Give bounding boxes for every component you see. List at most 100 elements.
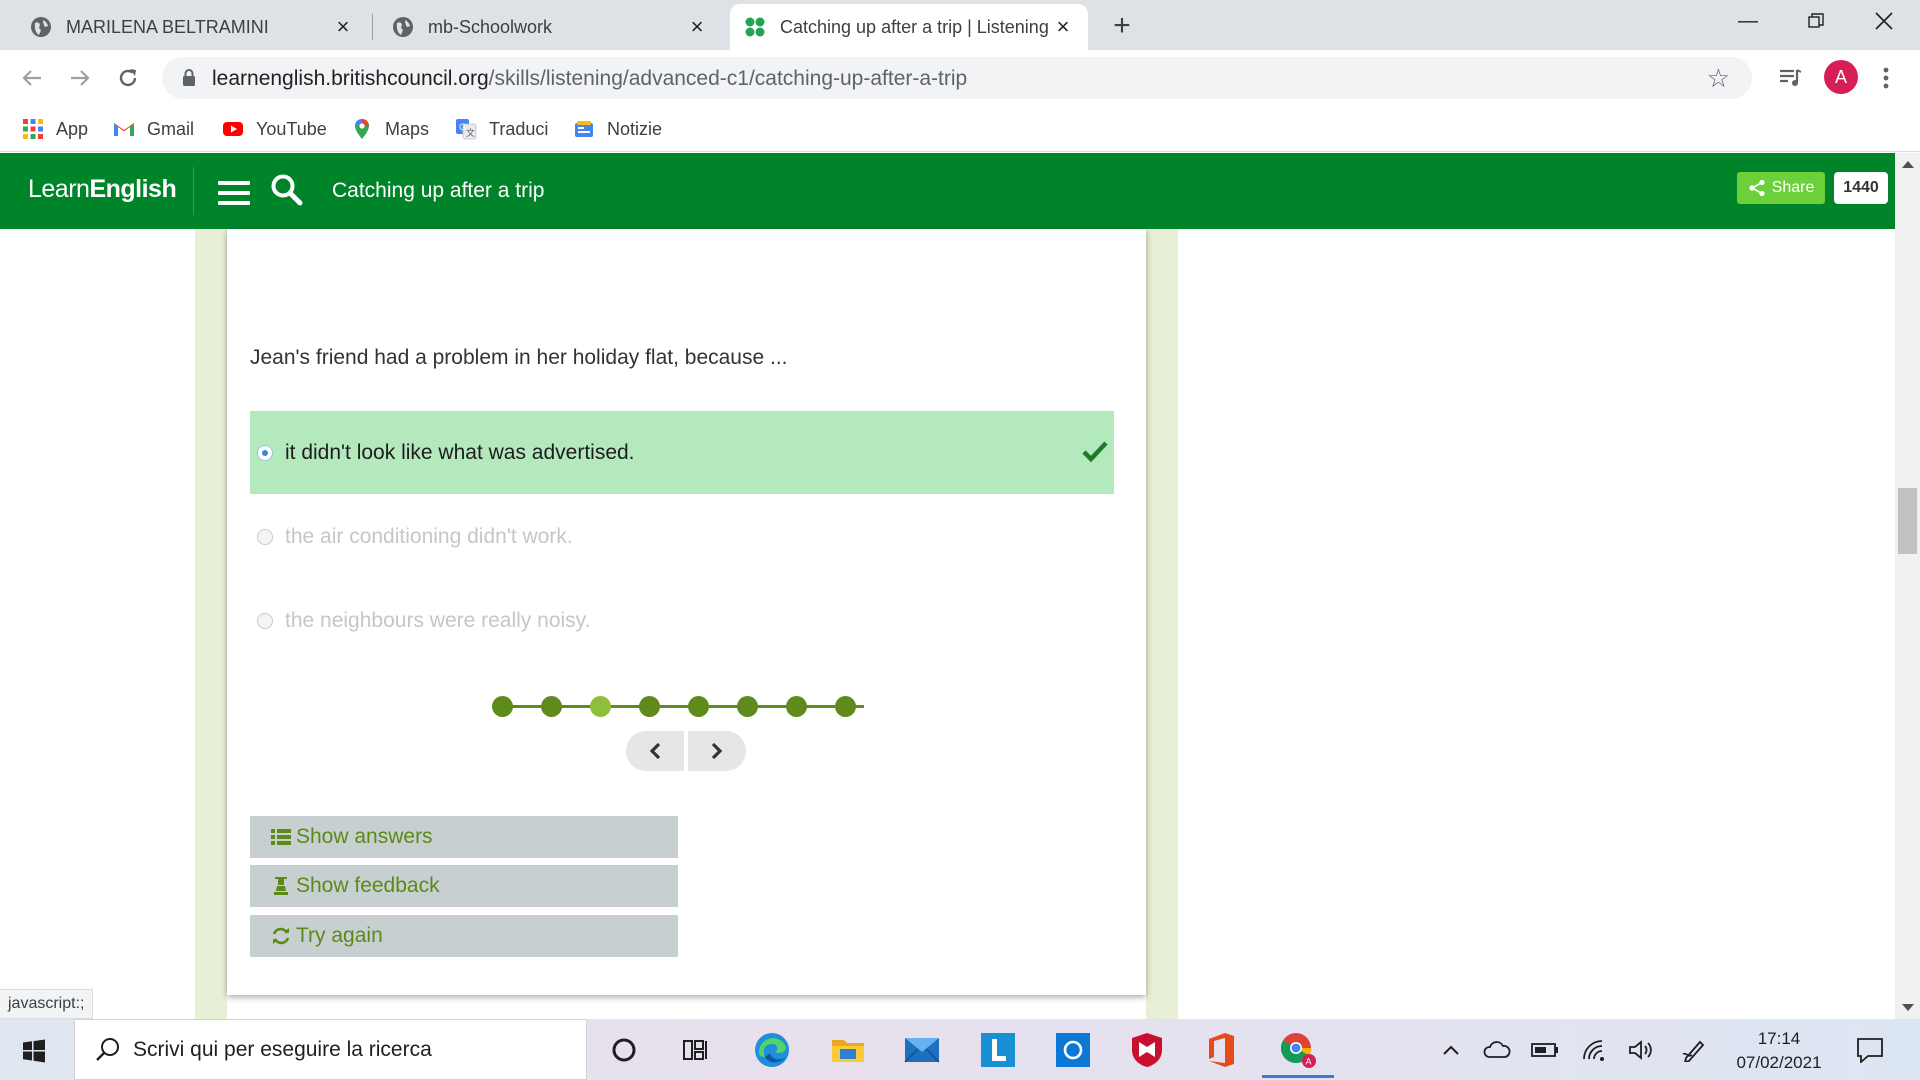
arrow-right-icon	[71, 70, 90, 86]
bookmark-notizie[interactable]: Notizie	[573, 116, 662, 142]
close-icon[interactable]: ×	[332, 14, 354, 39]
bookmark-star-icon[interactable]: ☆	[1707, 63, 1730, 94]
restore-button[interactable]	[1782, 0, 1850, 42]
share-button[interactable]: Share	[1737, 172, 1825, 204]
blue-app-button[interactable]	[1053, 1030, 1093, 1070]
radio-button-checked[interactable]	[257, 444, 273, 461]
url-host: learnenglish.britishcouncil.org	[212, 67, 489, 90]
notification-icon[interactable]	[1856, 1037, 1884, 1063]
new-tab-button[interactable]: +	[1104, 8, 1140, 44]
chevron-up-icon	[1443, 1045, 1459, 1055]
bookmark-app[interactable]: App	[22, 116, 88, 142]
answer-option-3[interactable]: the neighbours were really noisy.	[250, 579, 1114, 662]
tab-separator	[372, 14, 373, 40]
wifi-button[interactable]	[1580, 1037, 1610, 1063]
onedrive-button[interactable]	[1482, 1037, 1512, 1063]
bookmark-youtube[interactable]: YouTube	[222, 116, 327, 142]
back-button[interactable]	[12, 58, 52, 98]
address-bar[interactable]: learnenglish.britishcouncil.org/skills/l…	[162, 57, 1752, 99]
clock-date: 07/02/2021	[1736, 1053, 1822, 1072]
learnenglish-logo[interactable]: LearnEnglish	[28, 175, 177, 204]
folder-icon	[832, 1040, 864, 1062]
edge-icon	[755, 1033, 789, 1067]
bookmark-maps[interactable]: Maps	[351, 116, 429, 142]
cortana-button[interactable]	[604, 1030, 644, 1070]
playlist-icon	[1780, 69, 1802, 86]
progress-dot[interactable]	[786, 696, 807, 717]
show-hidden-icons-button[interactable]	[1438, 1037, 1464, 1063]
previous-question-button[interactable]	[626, 731, 684, 771]
bookmark-gmail[interactable]: Gmail	[113, 116, 194, 142]
tab-catching-up[interactable]: Catching up after a trip | Listening ×	[730, 4, 1088, 50]
more-vertical-icon	[1883, 67, 1889, 89]
mcafee-shield-icon	[1132, 1033, 1162, 1067]
youtube-icon	[223, 122, 243, 136]
bookmark-traduci[interactable]: G文 Traduci	[455, 116, 548, 142]
menu-hamburger-icon[interactable]	[218, 181, 250, 205]
minimize-button[interactable]: —	[1714, 0, 1782, 42]
circle-app-icon	[1056, 1033, 1090, 1067]
answer-option-1[interactable]: it didn't look like what was advertised.	[250, 411, 1114, 494]
progress-dot[interactable]	[590, 696, 611, 717]
show-feedback-button[interactable]: Show feedback	[250, 865, 678, 907]
header-divider	[193, 167, 194, 215]
mcafee-button[interactable]	[1127, 1030, 1167, 1070]
chrome-taskbar-button[interactable]: A	[1278, 1030, 1318, 1070]
close-icon[interactable]: ×	[1052, 14, 1074, 39]
answer-option-2[interactable]: the air conditioning didn't work.	[250, 495, 1114, 578]
tab-mb-schoolwork[interactable]: mb-Schoolwork ×	[378, 4, 722, 50]
progress-dot[interactable]	[835, 696, 856, 717]
tab-label: mb-Schoolwork	[428, 16, 553, 37]
pen-workspace-button[interactable]	[1680, 1037, 1710, 1063]
l-app-button[interactable]	[978, 1030, 1018, 1070]
show-feedback-label: Show feedback	[296, 874, 440, 897]
tab-label: MARILENA BELTRAMINI	[66, 16, 269, 37]
globe-icon	[31, 17, 51, 37]
apps-grid-icon	[23, 119, 43, 139]
radio-button[interactable]	[257, 612, 273, 629]
media-control-button[interactable]	[1772, 60, 1808, 96]
windows-start-icon[interactable]	[22, 1039, 46, 1063]
quiz-card: Jean's friend had a problem in her holid…	[227, 229, 1146, 995]
close-icon[interactable]: ×	[686, 14, 708, 39]
progress-dot[interactable]	[737, 696, 758, 717]
mail-icon	[904, 1038, 940, 1063]
file-explorer-button[interactable]	[828, 1030, 868, 1070]
forward-button[interactable]	[60, 58, 100, 98]
checkmark-icon	[1082, 441, 1108, 463]
show-answers-button[interactable]: Show answers	[250, 816, 678, 858]
next-question-button[interactable]	[688, 731, 746, 771]
scroll-up-arrow[interactable]	[1902, 161, 1914, 168]
chevron-left-icon	[649, 743, 661, 759]
task-view-icon	[683, 1040, 707, 1060]
taskbar-clock[interactable]: 17:14 07/02/2021	[1724, 1027, 1834, 1075]
battery-button[interactable]	[1530, 1037, 1560, 1063]
reload-button[interactable]	[108, 58, 148, 98]
question-pager	[626, 731, 746, 771]
reload-icon	[119, 69, 137, 87]
page-title: Catching up after a trip	[332, 179, 545, 202]
chrome-menu-button[interactable]	[1868, 60, 1904, 96]
office-button[interactable]	[1201, 1030, 1241, 1070]
progress-dot[interactable]	[639, 696, 660, 717]
tab-marilena[interactable]: MARILENA BELTRAMINI ×	[16, 4, 368, 50]
progress-dot[interactable]	[492, 696, 513, 717]
volume-button[interactable]	[1626, 1037, 1656, 1063]
mail-button[interactable]	[902, 1030, 942, 1070]
close-window-button[interactable]	[1850, 0, 1918, 42]
try-again-button[interactable]: Try again	[250, 915, 678, 957]
edge-taskbar-button[interactable]	[752, 1030, 792, 1070]
search-icon[interactable]	[270, 173, 304, 207]
page-scrollbar[interactable]	[1895, 153, 1920, 1019]
scroll-thumb[interactable]	[1898, 488, 1917, 554]
taskbar-search-box[interactable]: Scrivi qui per eseguire la ricerca	[74, 1019, 587, 1080]
bookmark-label: YouTube	[256, 118, 327, 139]
radio-button[interactable]	[257, 528, 273, 545]
scroll-down-arrow[interactable]	[1902, 1004, 1914, 1011]
cortana-circle-icon	[612, 1038, 636, 1062]
translate-icon: G文	[456, 119, 477, 140]
progress-dot[interactable]	[541, 696, 562, 717]
profile-avatar[interactable]: A	[1824, 60, 1858, 94]
task-view-button[interactable]	[676, 1030, 716, 1070]
progress-dot[interactable]	[688, 696, 709, 717]
